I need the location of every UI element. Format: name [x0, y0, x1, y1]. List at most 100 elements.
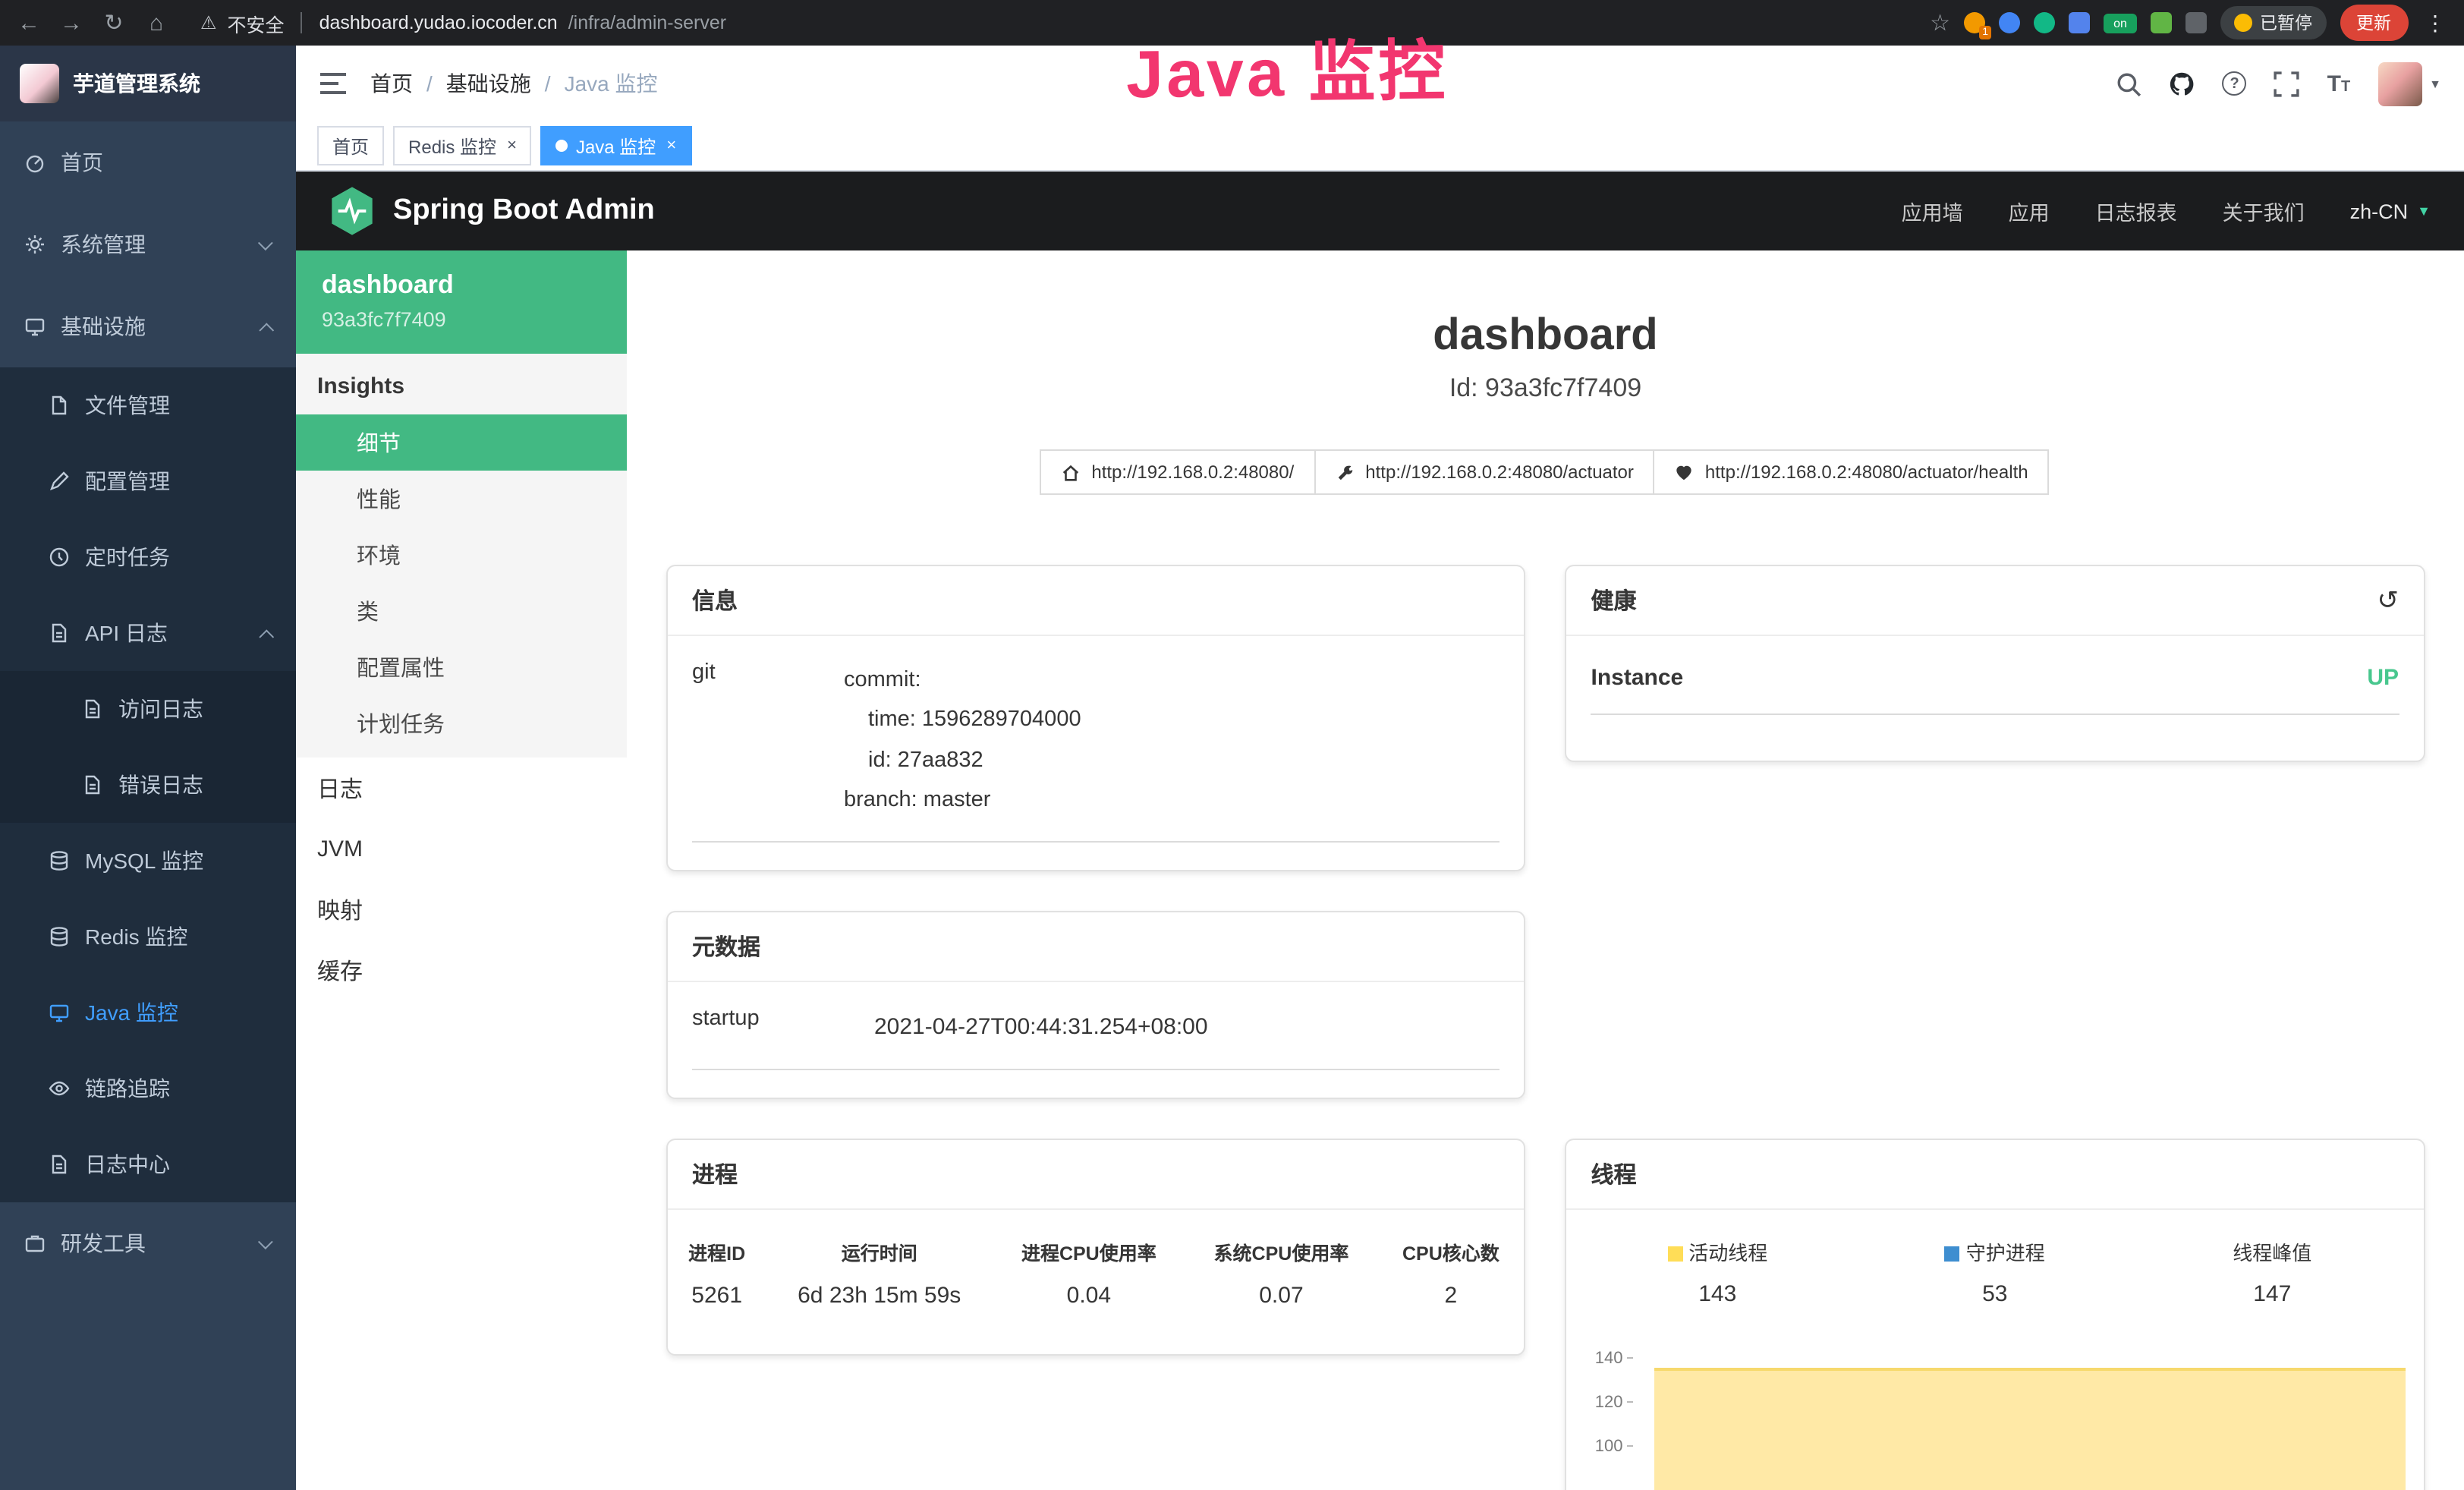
breadcrumb-home[interactable]: 首页	[370, 68, 413, 99]
insights-label: Insights	[296, 354, 627, 414]
sba-main: dashboard Id: 93a3fc7f7409 http://192.16…	[627, 250, 2464, 1490]
sidebar-item-mysql[interactable]: MySQL 监控	[0, 823, 296, 899]
sba-item-logs[interactable]: 日志	[296, 758, 627, 818]
back-icon[interactable]: ←	[15, 11, 42, 34]
sba-nav-applications[interactable]: 应用	[2009, 196, 2050, 226]
sba-logo-icon	[329, 185, 375, 237]
search-icon[interactable]	[2116, 71, 2142, 96]
home-icon[interactable]: ⌂	[143, 11, 170, 34]
sidebar-item-redis[interactable]: Redis 监控	[0, 899, 296, 975]
sba-item-environment[interactable]: 环境	[296, 527, 627, 583]
tab-redis-monitor[interactable]: Redis 监控 ×	[393, 126, 532, 165]
wrench-icon	[1335, 463, 1355, 483]
sba-instance-block[interactable]: dashboard 93a3fc7f7409	[296, 250, 627, 354]
address-bar[interactable]: ⚠ 不安全 dashboard.yudao.iocoder.cn/infra/a…	[200, 8, 726, 37]
threads-card: 线程 活动线程 143 守护进程	[1566, 1138, 2425, 1490]
gauge-icon	[24, 152, 46, 173]
chevron-down-icon	[258, 1233, 273, 1249]
hamburger-icon[interactable]	[319, 71, 348, 96]
sidebar-item-files[interactable]: 文件管理	[0, 367, 296, 443]
sidebar-menu: 首页 系统管理 基础设施 文件管理 配置管理	[0, 121, 296, 1284]
document-icon	[82, 698, 103, 720]
home-icon	[1061, 463, 1081, 483]
actuator-url-link[interactable]: http://192.168.0.2:48080/actuator	[1314, 450, 1655, 496]
sba-item-config-props[interactable]: 配置属性	[296, 639, 627, 695]
extension-icon-1[interactable]: 1	[1964, 12, 1985, 33]
reload-icon[interactable]: ↻	[100, 11, 127, 34]
fullscreen-icon[interactable]	[2274, 71, 2300, 96]
sidebar-item-log-center[interactable]: 日志中心	[0, 1126, 296, 1202]
chevron-down-icon	[258, 235, 273, 250]
update-button[interactable]: 更新	[2340, 5, 2408, 41]
extension-icon-4[interactable]	[2069, 12, 2090, 33]
font-size-icon[interactable]: TT	[2327, 72, 2351, 95]
blue-square-icon	[1945, 1246, 1960, 1261]
history-icon[interactable]: ↺	[2377, 588, 2399, 614]
sba-item-scheduled-tasks[interactable]: 计划任务	[296, 695, 627, 751]
chevron-up-icon	[259, 322, 274, 337]
legend-daemon-threads: 守护进程 53	[1856, 1236, 2134, 1306]
sba-item-caches[interactable]: 缓存	[296, 940, 627, 1000]
sidebar-item-infra[interactable]: 基础设施	[0, 285, 296, 367]
briefcase-icon	[24, 1233, 46, 1254]
extension-on-icon[interactable]: on	[2104, 13, 2137, 33]
database-icon	[49, 850, 70, 871]
sba-item-classes[interactable]: 类	[296, 583, 627, 639]
clock-icon	[49, 547, 70, 568]
sba-item-mappings[interactable]: 映射	[296, 879, 627, 940]
service-url-link[interactable]: http://192.168.0.2:48080/	[1040, 450, 1315, 496]
github-icon[interactable]	[2170, 71, 2195, 96]
sidebar-item-java-monitor[interactable]: Java 监控	[0, 975, 296, 1051]
tab-java-monitor[interactable]: Java 监控 ×	[541, 126, 691, 165]
tab-home[interactable]: 首页	[317, 126, 384, 165]
extension-icon-6[interactable]	[2151, 12, 2172, 33]
insights-section: Insights 细节 性能 环境 类 配置属性 计划任务	[296, 354, 627, 758]
sidebar-item-home[interactable]: 首页	[0, 121, 296, 203]
pencil-icon	[49, 471, 70, 492]
legend-live-threads: 活动线程 143	[1579, 1236, 1857, 1306]
caret-down-icon: ▼	[2429, 77, 2441, 90]
extension-badge: 1	[1979, 26, 1991, 39]
paused-badge[interactable]: 已暂停	[2220, 6, 2326, 39]
health-url-link[interactable]: http://192.168.0.2:48080/actuator/health	[1654, 450, 2050, 496]
extension-icon-3[interactable]	[2034, 12, 2055, 33]
extension-puzzle-icon[interactable]	[2186, 12, 2207, 33]
sba-brand: Spring Boot Admin	[393, 194, 655, 228]
user-menu[interactable]: ▼	[2377, 61, 2441, 106]
sidebar-item-dev-tools[interactable]: 研发工具	[0, 1202, 296, 1284]
close-icon[interactable]: ×	[507, 137, 517, 155]
sba-item-jvm[interactable]: JVM	[296, 818, 627, 879]
card-title: 进程	[692, 1158, 738, 1189]
sidebar-item-api-log[interactable]: API 日志	[0, 595, 296, 671]
heart-icon	[1675, 463, 1695, 483]
breadcrumb-infra[interactable]: 基础设施	[446, 68, 531, 99]
sidebar-item-system[interactable]: 系统管理	[0, 203, 296, 285]
page-title: dashboard	[666, 311, 2425, 362]
locale-select[interactable]: zh-CN ▼	[2350, 200, 2431, 222]
sidebar-item-config[interactable]: 配置管理	[0, 443, 296, 519]
bookmark-star-icon[interactable]: ☆	[1930, 9, 1950, 36]
sba-nav-wallboard[interactable]: 应用墙	[1902, 196, 1963, 226]
sidebar-item-access-log[interactable]: 访问日志	[0, 671, 296, 747]
sidebar-item-error-log[interactable]: 错误日志	[0, 747, 296, 823]
sba-item-details[interactable]: 细节	[296, 414, 627, 471]
sidebar-item-tracing[interactable]: 链路追踪	[0, 1051, 296, 1126]
card-title: 元数据	[692, 930, 760, 962]
url-divider	[301, 12, 303, 33]
sba-nav-journal[interactable]: 日志报表	[2095, 196, 2177, 226]
y-axis-tick: 100	[1591, 1437, 1634, 1455]
sba-item-performance[interactable]: 性能	[296, 471, 627, 527]
info-row-git: git commit: time: 1596289704000 id: 27aa…	[692, 643, 1500, 843]
sba-nav-about[interactable]: 关于我们	[2223, 196, 2305, 226]
process-values-row: 5261 6d 23h 15m 59s 0.04 0.07 2	[668, 1271, 1525, 1326]
instance-id: 93a3fc7f7409	[322, 308, 601, 331]
close-icon[interactable]: ×	[666, 137, 676, 155]
extension-icon-2[interactable]	[1999, 12, 2020, 33]
sba-sidebar: dashboard 93a3fc7f7409 Insights 细节 性能 环境…	[296, 250, 627, 1490]
cards-grid: 信息 git commit: time: 1596289704000 id: 2…	[666, 565, 2425, 1490]
browser-menu-icon[interactable]: ⋮	[2422, 10, 2449, 36]
forward-icon[interactable]: →	[58, 11, 85, 34]
url-domain: dashboard.yudao.iocoder.cn	[319, 12, 558, 33]
help-icon[interactable]: ?	[2223, 71, 2247, 96]
sidebar-item-jobs[interactable]: 定时任务	[0, 519, 296, 595]
